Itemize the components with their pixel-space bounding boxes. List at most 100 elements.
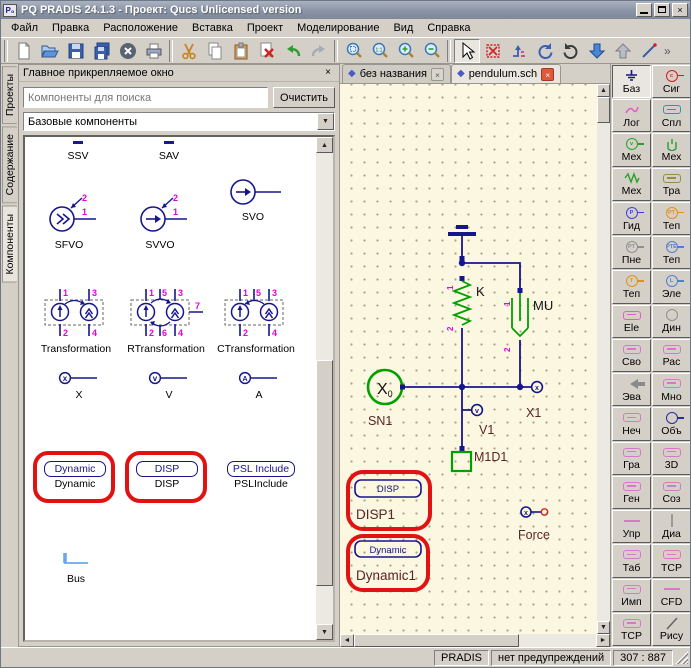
scroll-thumb[interactable]	[354, 634, 519, 647]
zoom-original-button[interactable]: 1:1	[367, 39, 393, 63]
close-button[interactable]: ×	[672, 3, 688, 17]
mirror-x-button[interactable]	[480, 39, 506, 63]
save-button[interactable]	[63, 39, 89, 63]
palette-button-svo[interactable]: Сво	[612, 339, 651, 372]
palette-button-dynamic[interactable]: Дин	[652, 305, 691, 338]
dock-close-icon[interactable]: ×	[321, 67, 335, 80]
palette-button-soz[interactable]: Соз	[652, 476, 691, 509]
component-v[interactable]: v V	[141, 371, 197, 401]
scroll-thumb[interactable]	[597, 97, 610, 123]
select-tool-button[interactable]	[454, 39, 480, 63]
palette-button-tcp2[interactable]: ТСР	[612, 613, 651, 646]
palette-button-transmission[interactable]: Тра	[652, 168, 691, 201]
menu-simulation[interactable]: Моделирование	[290, 20, 386, 36]
clear-search-button[interactable]: Очистить	[273, 87, 335, 108]
toolbar-overflow-chevron[interactable]: »	[664, 44, 671, 58]
menu-help[interactable]: Справка	[420, 20, 477, 36]
palette-button-electric[interactable]: LЭле	[652, 270, 691, 303]
palette-button-ras[interactable]: Рас	[652, 339, 691, 372]
palette-button-tcp1[interactable]: ТСР	[652, 544, 691, 577]
component-transformation[interactable]: 1 3 2 4 Transformation	[37, 287, 115, 355]
scroll-down-icon[interactable]: ▼	[316, 624, 333, 640]
palette-button-thermal-pt[interactable]: PTТеп	[652, 202, 691, 235]
menu-project[interactable]: Проект	[240, 20, 290, 36]
zoom-in-button[interactable]	[393, 39, 419, 63]
component-ctransformation[interactable]: 1 5 3 2 4 CTransformation	[217, 287, 295, 355]
palette-button-basic[interactable]: Баз	[612, 65, 651, 98]
tab-close-icon[interactable]: ×	[541, 68, 554, 81]
spring-component-k[interactable]: 1 2 K	[446, 276, 485, 331]
component-psl-include[interactable]: PSL Include PSLInclude	[223, 461, 299, 490]
side-tab-contents[interactable]: Содержание	[2, 126, 17, 203]
redo-button[interactable]	[306, 39, 332, 63]
pop-up-button[interactable]	[610, 39, 636, 63]
component-dynamic[interactable]: Dynamic Dynamic	[40, 461, 110, 490]
dock-scrollbar[interactable]: ▲ ▼	[316, 137, 333, 640]
paste-button[interactable]	[228, 39, 254, 63]
side-tab-components[interactable]: Компоненты	[2, 206, 17, 283]
canvas-vscrollbar[interactable]: ▲ ▼	[597, 84, 610, 634]
palette-button-mech-v[interactable]: vМех	[612, 133, 651, 166]
maximize-button[interactable]	[654, 3, 670, 17]
dynamic1-component[interactable]: Dynamic Dynamic1	[355, 541, 421, 583]
palette-button-thermal-t[interactable]: TТеп	[612, 270, 651, 303]
component-svo[interactable]: SVO	[221, 177, 285, 223]
menu-edit[interactable]: Правка	[45, 20, 96, 36]
side-tab-projects[interactable]: Проекты	[2, 66, 17, 124]
damper-component-mu[interactable]: 1 2 MU	[503, 288, 553, 352]
push-down-button[interactable]	[584, 39, 610, 63]
rotate-cw-button[interactable]	[558, 39, 584, 63]
source-component-x0[interactable]: X0 SN1	[368, 370, 405, 428]
force-node[interactable]: x Force	[518, 507, 550, 542]
wires[interactable]	[402, 261, 536, 450]
minimize-button[interactable]	[636, 3, 652, 17]
save-all-button[interactable]	[89, 39, 115, 63]
palette-button-dia[interactable]: Диа	[652, 510, 691, 543]
menu-insert[interactable]: Вставка	[185, 20, 240, 36]
component-sfvo[interactable]: 1 2 SFVO	[38, 193, 100, 251]
palette-button-imp[interactable]: Имп	[612, 579, 651, 612]
palette-button-cfd[interactable]: CFD	[652, 579, 691, 612]
palette-button-mech-spring[interactable]: Мех	[612, 168, 651, 201]
component-search-input[interactable]	[23, 87, 268, 108]
zoom-out-button[interactable]	[419, 39, 445, 63]
component-rtransformation[interactable]: 1 5 3 2 6 4 7 RTransformation	[123, 287, 209, 355]
mass-component-m1d1[interactable]: M1D1	[452, 446, 507, 471]
undo-button[interactable]	[280, 39, 306, 63]
menu-view[interactable]: Вид	[386, 20, 420, 36]
open-file-button[interactable]	[37, 39, 63, 63]
zoom-fit-button[interactable]	[341, 39, 367, 63]
palette-button-spline[interactable]: Спл	[652, 99, 691, 132]
component-a[interactable]: A A	[231, 371, 287, 401]
delete-button[interactable]	[254, 39, 280, 63]
scroll-down-icon[interactable]: ▼	[597, 621, 610, 634]
palette-button-pneumatic[interactable]: PTПне	[612, 236, 651, 269]
wire-tool-button[interactable]	[636, 39, 662, 63]
palette-button-tab[interactable]: Таб	[612, 544, 651, 577]
palette-button-signal[interactable]: cСиг	[652, 65, 691, 98]
component-sav[interactable]: SAV	[139, 137, 199, 162]
resize-grip[interactable]	[675, 651, 688, 664]
palette-button-3d[interactable]: 3D	[652, 442, 691, 475]
palette-button-draw[interactable]: Рису	[652, 613, 691, 646]
cut-button[interactable]	[176, 39, 202, 63]
component-disp[interactable]: DISP DISP	[132, 461, 202, 490]
disp1-component[interactable]: DISP DISP1	[355, 480, 421, 522]
menu-arrange[interactable]: Расположение	[96, 20, 185, 36]
scroll-up-icon[interactable]: ▲	[597, 84, 610, 97]
tab-untitled[interactable]: ◆ без названия ×	[342, 64, 451, 83]
scroll-right-icon[interactable]: ►	[596, 634, 610, 647]
palette-button-thermal-pte[interactable]: PTEТеп	[652, 236, 691, 269]
palette-button-hydraulic[interactable]: PГид	[612, 202, 651, 235]
menu-file[interactable]: Файл	[4, 20, 45, 36]
palette-button-mech-damper[interactable]: Мех	[652, 133, 691, 166]
print-button[interactable]	[141, 39, 167, 63]
ground-symbol[interactable]	[448, 227, 476, 261]
rotate-ccw-button[interactable]	[532, 39, 558, 63]
scroll-left-icon[interactable]: ◄	[340, 634, 354, 647]
palette-button-gra[interactable]: Гра	[612, 442, 651, 475]
close-file-button[interactable]	[115, 39, 141, 63]
palette-button-eva[interactable]: Эва	[612, 373, 651, 406]
palette-button-upr[interactable]: Упр	[612, 510, 651, 543]
component-svvo[interactable]: 1 2 SVVO	[129, 193, 191, 251]
